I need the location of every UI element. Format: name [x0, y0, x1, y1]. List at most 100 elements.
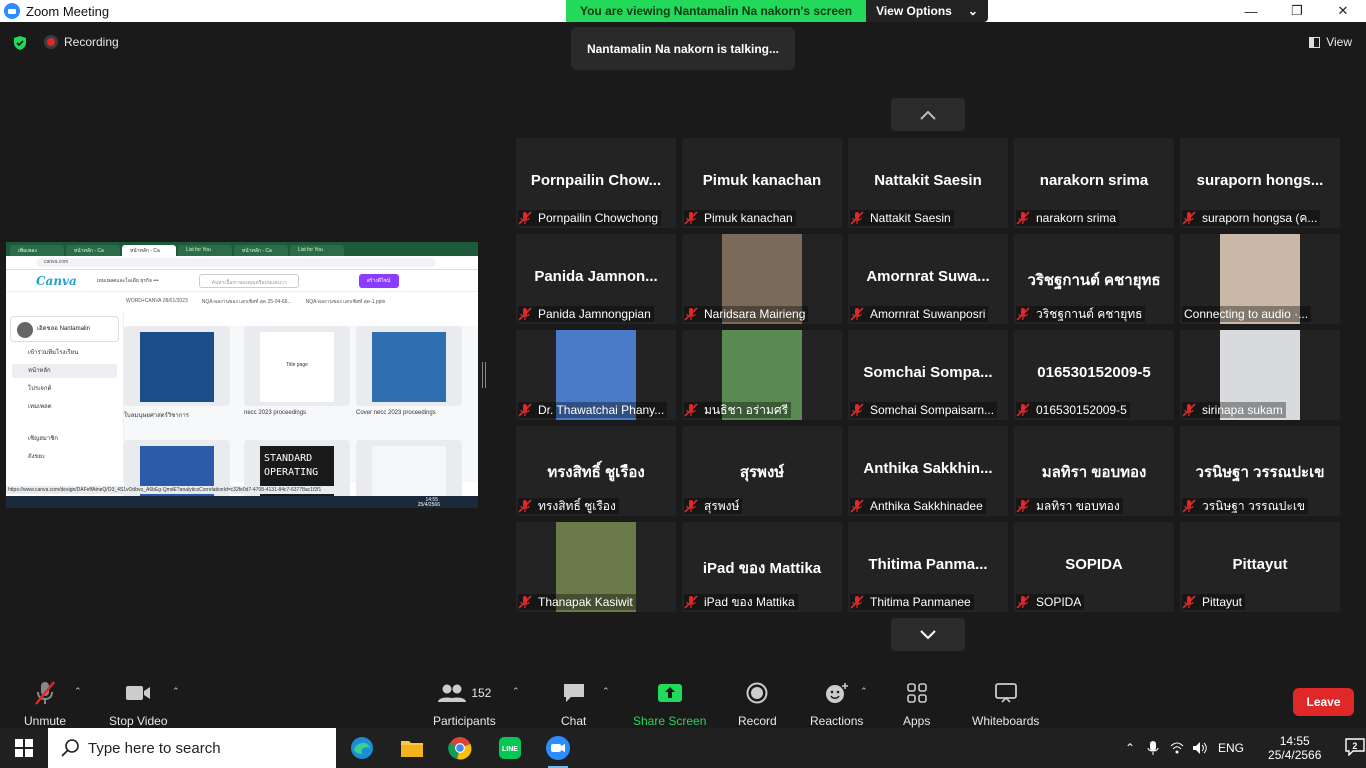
split-resize-handle[interactable] [482, 362, 486, 388]
participant-tile[interactable]: sirinapa sukam [1180, 330, 1340, 420]
muted-mic-icon [518, 211, 532, 225]
participants-caret-icon[interactable]: ⌃ [512, 686, 520, 697]
participant-name-label: Anthika Sakkhinadee [850, 498, 986, 514]
participant-tile[interactable]: Pittayut Pittayut [1180, 522, 1340, 612]
chat-caret-icon[interactable]: ⌃ [602, 686, 610, 697]
tray-expand-chevron-icon[interactable]: ⌃ [1120, 741, 1140, 755]
participant-tile[interactable]: 016530152009-5 016530152009-5 [1014, 330, 1174, 420]
participant-name-label: สุรพงษ์ [684, 498, 743, 514]
muted-mic-icon [850, 499, 864, 513]
participant-name-text: Anthika Sakkhinadee [870, 499, 983, 513]
participant-name-text: สุรพงษ์ [704, 498, 740, 513]
participants-button[interactable]: 152 Participants [433, 680, 496, 728]
video-camera-icon [125, 680, 151, 706]
unmute-button[interactable]: Unmute [24, 680, 66, 728]
participant-tile[interactable]: suraporn hongs... suraporn hongsa (ค... [1180, 138, 1340, 228]
chrome-app-icon[interactable] [436, 728, 484, 768]
apps-label: Apps [903, 714, 931, 728]
zoom-app-icon[interactable] [534, 728, 582, 768]
close-button[interactable]: ✕ [1320, 0, 1366, 22]
browser-tab: หน้าหลัก - Ca [122, 245, 176, 256]
start-button[interactable] [0, 728, 48, 768]
next-page-button[interactable] [891, 618, 965, 651]
wifi-icon[interactable] [1170, 741, 1184, 755]
minimize-button[interactable]: — [1228, 0, 1274, 22]
participant-tile[interactable]: Dr. Thawatchai Phany... [516, 330, 676, 420]
viewing-screen-label: You are viewing Nantamalin Na nakorn's s… [566, 0, 866, 22]
language-indicator[interactable]: ENG [1218, 741, 1244, 755]
participant-tile[interactable]: วริชฐกานต์ คชายุทธ วริชฐกานต์ คชายุทธ [1014, 234, 1174, 324]
participant-tile[interactable]: Pimuk kanachan Pimuk kanachan [682, 138, 842, 228]
participant-name-text: วรนิษฐา วรรณปะเข [1202, 498, 1306, 513]
participant-tile[interactable]: มลทิรา ขอบทอง มลทิรา ขอบทอง [1014, 426, 1174, 516]
apps-button[interactable]: Apps [903, 680, 930, 728]
reactions-button[interactable]: Reactions [810, 680, 863, 728]
muted-mic-icon [1182, 595, 1196, 609]
notification-center-icon[interactable]: 2 [1345, 738, 1366, 758]
participant-tile[interactable]: Somchai Sompa... Somchai Sompaisarn... [848, 330, 1008, 420]
participant-tile[interactable]: Nattakit Saesin Nattakit Saesin [848, 138, 1008, 228]
participant-tile[interactable]: Thitima Panma... Thitima Panmanee [848, 522, 1008, 612]
stop-video-button[interactable]: Stop Video [109, 680, 168, 728]
canva-menu-item: ถังขยะ [28, 454, 46, 460]
participant-tile[interactable]: สุรพงษ์ สุรพงษ์ [682, 426, 842, 516]
canva-sidebar: เอิดชลอ Nantamalin เข้าร่วมทีมโรงเรียน ห… [6, 312, 124, 482]
video-options-caret-icon[interactable]: ⌃ [172, 686, 180, 697]
view-options-button[interactable]: View Options ⌄ [866, 0, 988, 22]
participant-display-name: 016530152009-5 [1037, 364, 1151, 381]
restore-button[interactable]: ❐ [1274, 0, 1320, 22]
participant-name-label: มนธิชา อร่ามศรี [684, 402, 792, 418]
line-app-icon[interactable]: LINE [486, 728, 534, 768]
taskbar-clock[interactable]: 14:55 25/4/2566 [1268, 734, 1321, 762]
speaker-icon[interactable] [1192, 741, 1208, 755]
participant-name-text: Pimuk kanachan [704, 211, 793, 225]
edge-app-icon[interactable] [338, 728, 386, 768]
record-button[interactable]: Record [738, 680, 777, 728]
previous-page-button[interactable] [891, 98, 965, 131]
participant-tile[interactable]: Panida Jamnon... Panida Jamnongpian [516, 234, 676, 324]
browser-tab: หน้าหลัก - Ca [234, 245, 288, 256]
participant-name-text: 016530152009-5 [1036, 403, 1127, 417]
view-button[interactable]: View [1309, 35, 1352, 49]
whiteboards-button[interactable]: Whiteboards [972, 680, 1039, 728]
participant-tile[interactable]: Anthika Sakkhin... Anthika Sakkhinadee [848, 426, 1008, 516]
participant-name-label: Pimuk kanachan [684, 210, 796, 226]
participant-tile[interactable]: Thanapak Kasiwit [516, 522, 676, 612]
microphone-tray-icon[interactable] [1146, 740, 1160, 756]
audio-options-caret-icon[interactable]: ⌃ [74, 686, 82, 697]
participant-display-name: Panida Jamnon... [534, 268, 658, 285]
apps-grid-icon [906, 680, 928, 706]
participant-tile[interactable]: Connecting to audio ·... [1180, 234, 1340, 324]
unmute-label: Unmute [24, 714, 67, 728]
participant-tile[interactable]: SOPIDA SOPIDA [1014, 522, 1174, 612]
participant-tile[interactable]: narakorn srima narakorn srima [1014, 138, 1174, 228]
participant-tile[interactable]: Pornpailin Chow... Pornpailin Chowchong [516, 138, 676, 228]
muted-mic-icon [850, 211, 864, 225]
design-preview [372, 332, 446, 402]
canva-search: ค้นหาเนื้อหาของคุณหรือบนแคนวา [198, 273, 299, 288]
participant-tile[interactable]: ทรงสิทธิ์ ชูเรือง ทรงสิทธิ์ ชูเรือง [516, 426, 676, 516]
share-screen-label: Share Screen [633, 714, 707, 728]
participant-tile[interactable]: Amornrat Suwa... Amornrat Suwanposri [848, 234, 1008, 324]
participant-tile[interactable]: Naridsara Mairieng [682, 234, 842, 324]
participants-label: Participants [433, 714, 496, 728]
taskbar-search-box[interactable]: Type here to search [48, 728, 336, 768]
share-screen-button[interactable]: Share Screen [633, 680, 706, 728]
participant-tile[interactable]: มนธิชา อร่ามศรี [682, 330, 842, 420]
participant-name-label: Amornrat Suwanposri [850, 306, 989, 322]
chat-button[interactable]: Chat [561, 680, 586, 728]
participant-tile[interactable]: iPad ของ Mattika iPad ของ Mattika [682, 522, 842, 612]
file-explorer-icon[interactable] [388, 728, 436, 768]
reactions-caret-icon[interactable]: ⌃ [860, 686, 868, 697]
recording-indicator[interactable]: Recording [44, 35, 119, 49]
record-icon [746, 680, 768, 706]
participant-name-text: Pittayut [1202, 595, 1243, 609]
participant-display-name: Pimuk kanachan [702, 172, 822, 189]
leave-button[interactable]: Leave [1293, 688, 1354, 716]
windows-taskbar: Type here to search LINE ⌃ ENG 14:55 25/… [0, 728, 1366, 768]
shared-screen[interactable]: เพิ่มเพลง หน้าหลัก - Ca หน้าหลัก - Ca Li… [6, 242, 478, 508]
participant-name-text: Panida Jamnongpian [538, 307, 651, 321]
security-shield-icon[interactable] [12, 35, 28, 51]
participant-tile[interactable]: วรนิษฐา วรรณปะเข วรนิษฐา วรรณปะเข [1180, 426, 1340, 516]
muted-mic-icon [684, 499, 698, 513]
